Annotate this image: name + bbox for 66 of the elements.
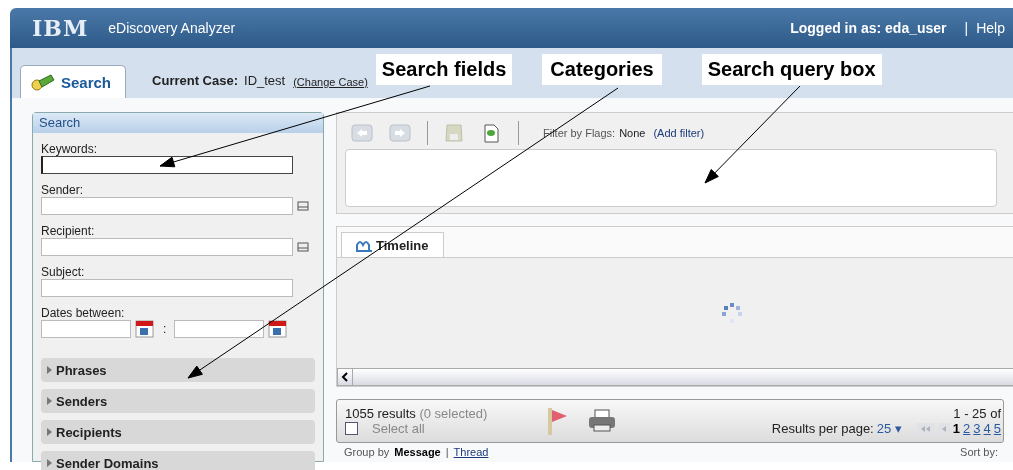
- first-page-icon[interactable]: [916, 422, 935, 435]
- calendar-icon[interactable]: [135, 320, 155, 338]
- field-label: Keywords:: [41, 142, 99, 156]
- add-filter-link[interactable]: (Add filter): [653, 127, 705, 139]
- results-range: 1 - 25 of: [953, 406, 1001, 421]
- date-separator: :: [163, 322, 167, 336]
- field-label: Sender:: [41, 183, 85, 197]
- group-by-label: Group by: [344, 446, 390, 458]
- page-link[interactable]: 2: [963, 421, 971, 436]
- category-header[interactable]: Sender Domains: [41, 451, 315, 470]
- back-icon[interactable]: [351, 124, 373, 142]
- text-field[interactable]: [41, 279, 293, 297]
- filter-value: None: [619, 127, 646, 139]
- select-all-checkbox[interactable]: [345, 422, 358, 435]
- change-case-link[interactable]: (Change Case): [293, 76, 368, 88]
- callout-label: Search query box: [701, 54, 882, 85]
- field-label: Recipient:: [41, 224, 96, 238]
- address-book-icon[interactable]: [297, 242, 309, 252]
- previous-page-icon[interactable]: [937, 422, 950, 435]
- case-name: ID_test: [244, 73, 286, 88]
- printer-icon[interactable]: [587, 409, 618, 433]
- flashlight-icon: [31, 73, 55, 91]
- calendar-icon[interactable]: [268, 320, 289, 338]
- field-label: Dates between:: [41, 306, 126, 320]
- category-label: Senders: [56, 393, 108, 409]
- app-title: eDiscovery Analyzer: [108, 20, 236, 36]
- user-label: Logged in as: eda_user: [790, 20, 947, 36]
- callout-label: Search fields: [375, 54, 513, 85]
- group-by-option[interactable]: Thread: [453, 446, 489, 458]
- case-label: Current Case:: [152, 73, 238, 88]
- callout-label: Categories: [542, 54, 662, 85]
- text-field[interactable]: [41, 238, 293, 256]
- category-header[interactable]: Senders: [41, 389, 315, 413]
- header-separator: |: [964, 20, 969, 36]
- text-field[interactable]: [41, 156, 293, 174]
- date-field[interactable]: [174, 320, 265, 338]
- date-field[interactable]: [41, 320, 131, 338]
- category-header[interactable]: Phrases: [41, 358, 315, 382]
- category-label: Sender Domains: [56, 455, 159, 470]
- help-link[interactable]: Help: [976, 20, 1005, 36]
- results-count: 1055 results: [345, 406, 416, 421]
- text-field[interactable]: [41, 197, 293, 215]
- address-book-icon[interactable]: [297, 201, 309, 211]
- category-label: Phrases: [56, 362, 107, 378]
- forward-icon[interactable]: [389, 124, 411, 142]
- selected-count: (0 selected): [419, 406, 488, 421]
- page-link[interactable]: 5: [993, 421, 1001, 436]
- page-link[interactable]: 1: [952, 421, 961, 436]
- select-all-label: Select all: [372, 421, 425, 436]
- search-tab[interactable]: Search: [20, 65, 127, 98]
- loading-spinner-icon: [721, 302, 743, 324]
- sort-by-label: Sort by:: [960, 446, 998, 458]
- horizontal-scrollbar[interactable]: [337, 368, 1013, 386]
- query-box[interactable]: [345, 149, 997, 207]
- category-header[interactable]: Recipients: [41, 420, 315, 444]
- per-page-dropdown[interactable]: 25 ▾: [876, 421, 902, 436]
- per-page-label: Results per page:: [771, 421, 874, 436]
- category-label: Recipients: [56, 424, 122, 440]
- page-link[interactable]: 4: [983, 421, 991, 436]
- panel-title: Search: [33, 113, 323, 133]
- option-separator: |: [445, 446, 449, 458]
- group-by-option[interactable]: Message: [394, 446, 441, 458]
- page-link[interactable]: 3: [973, 421, 981, 436]
- save-icon[interactable]: [444, 123, 464, 143]
- logo: IBM: [32, 15, 89, 41]
- field-label: Subject:: [41, 265, 86, 279]
